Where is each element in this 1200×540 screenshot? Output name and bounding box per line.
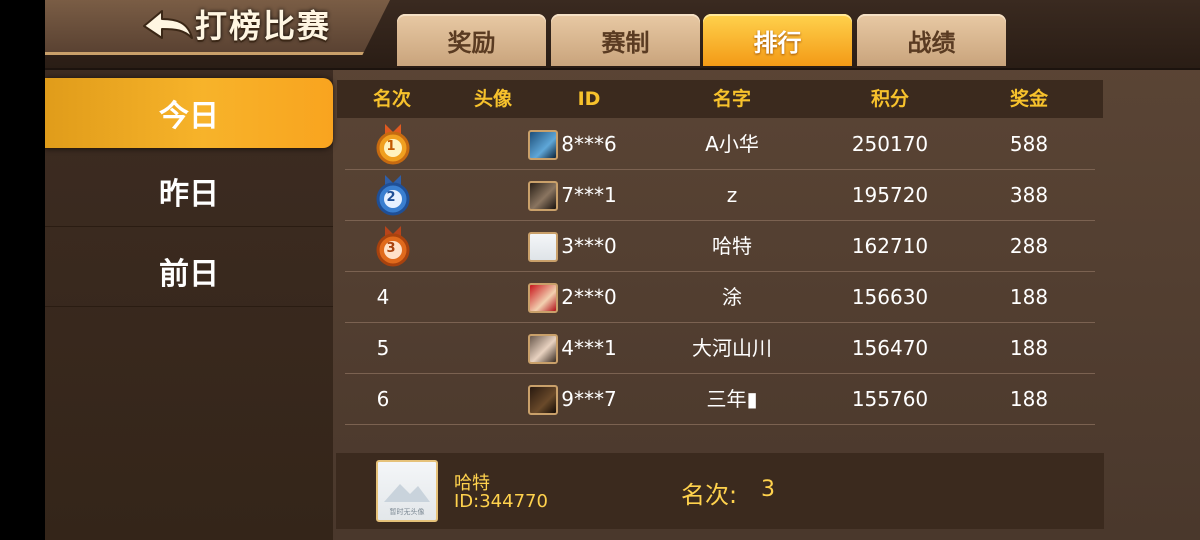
- player-score: 162710: [851, 234, 929, 258]
- player-score: 250170: [851, 132, 929, 156]
- sidebar-item-yesterday[interactable]: 昨日: [45, 156, 333, 227]
- back-arrow-icon[interactable]: [140, 8, 196, 44]
- header-prize: 奖金: [1009, 88, 1048, 110]
- ranking-table: 名次 头像 ID 名字 积分 奖金 1 8***6 A小华 250170 588: [337, 80, 1103, 440]
- rank-number: 6: [376, 387, 390, 411]
- player-score: 156470: [851, 336, 929, 360]
- avatar-caption: 暂时无头像: [389, 508, 425, 516]
- header-name: 名字: [712, 88, 751, 110]
- player-id: 3***0: [561, 234, 617, 258]
- rank-number: 4: [376, 285, 390, 309]
- rank-number: 5: [376, 336, 390, 360]
- player-score: 155760: [851, 387, 929, 411]
- leaderboard-screen: 打榜比赛 奖励 赛制 排行 战绩 今日 昨日 前日 名次 头像 ID 名字 积分…: [45, 0, 1200, 540]
- header-avatar: 头像: [473, 88, 512, 110]
- player-id: 4***1: [561, 336, 617, 360]
- table-row[interactable]: 5 4***1 大河山川 156470 188: [345, 323, 1095, 374]
- my-avatar: 暂时无头像: [376, 460, 438, 522]
- rank-number: 2: [386, 190, 396, 205]
- bronze-medal-icon: 3: [371, 221, 415, 271]
- sidebar-item-today[interactable]: 今日: [45, 78, 333, 149]
- header-id: ID: [577, 88, 601, 110]
- table-row[interactable]: 4 2***0 涂 156630 188: [345, 272, 1095, 323]
- player-prize: 188: [1009, 285, 1049, 309]
- my-rank-bar: 暂时无头像 哈特 ID:344770 名次: 3: [336, 453, 1104, 529]
- player-name: A小华: [705, 132, 759, 156]
- tab-ranking[interactable]: 排行: [703, 14, 852, 66]
- player-score: 195720: [851, 183, 929, 207]
- player-name: 三年▮: [706, 387, 758, 411]
- player-name: 哈特: [712, 234, 752, 258]
- header-score: 积分: [870, 88, 909, 110]
- page-title: 打榜比赛: [195, 7, 332, 45]
- tab-records[interactable]: 战绩: [857, 14, 1006, 66]
- sidebar-item-label: 今日: [159, 99, 219, 134]
- tab-rules[interactable]: 赛制: [551, 14, 700, 66]
- day-sidebar: 今日 昨日 前日: [45, 70, 333, 540]
- my-rank-label: 名次:: [681, 481, 738, 509]
- sidebar-item-label: 前日: [159, 257, 219, 292]
- player-id: 8***6: [561, 132, 617, 156]
- player-name: 涂: [722, 285, 742, 309]
- table-row[interactable]: 6 9***7 三年▮ 155760 188: [345, 374, 1095, 425]
- player-id: 9***7: [561, 387, 617, 411]
- rank-number: 3: [386, 241, 396, 256]
- my-id: ID:344770: [454, 491, 548, 512]
- player-score: 156630: [851, 285, 929, 309]
- table-header: 名次 头像 ID 名字 积分 奖金: [337, 80, 1103, 118]
- player-prize: 588: [1009, 132, 1049, 156]
- player-prize: 388: [1009, 183, 1049, 207]
- sidebar-item-day-before[interactable]: 前日: [45, 236, 333, 307]
- placeholder-image-icon: [384, 484, 430, 502]
- player-id: 2***0: [561, 285, 617, 309]
- player-prize: 188: [1009, 336, 1049, 360]
- table-row[interactable]: 3 3***0 哈特 162710 288: [345, 221, 1095, 272]
- tab-rewards[interactable]: 奖励: [397, 14, 546, 66]
- gold-medal-icon: 1: [371, 119, 415, 169]
- table-row[interactable]: 1 8***6 A小华 250170 588: [345, 119, 1095, 170]
- header-rank: 名次: [372, 88, 411, 110]
- rank-number: 1: [386, 139, 396, 154]
- silver-medal-icon: 2: [371, 170, 415, 220]
- table-row[interactable]: 2 7***1 z 195720 388: [345, 170, 1095, 221]
- player-name: z: [726, 183, 738, 207]
- player-name: 大河山川: [692, 336, 772, 360]
- player-prize: 188: [1009, 387, 1049, 411]
- player-id: 7***1: [561, 183, 617, 207]
- my-rank-value: 3: [761, 477, 775, 502]
- sidebar-item-label: 昨日: [159, 177, 219, 212]
- player-prize: 288: [1009, 234, 1049, 258]
- top-bar: 打榜比赛 奖励 赛制 排行 战绩: [45, 0, 1200, 70]
